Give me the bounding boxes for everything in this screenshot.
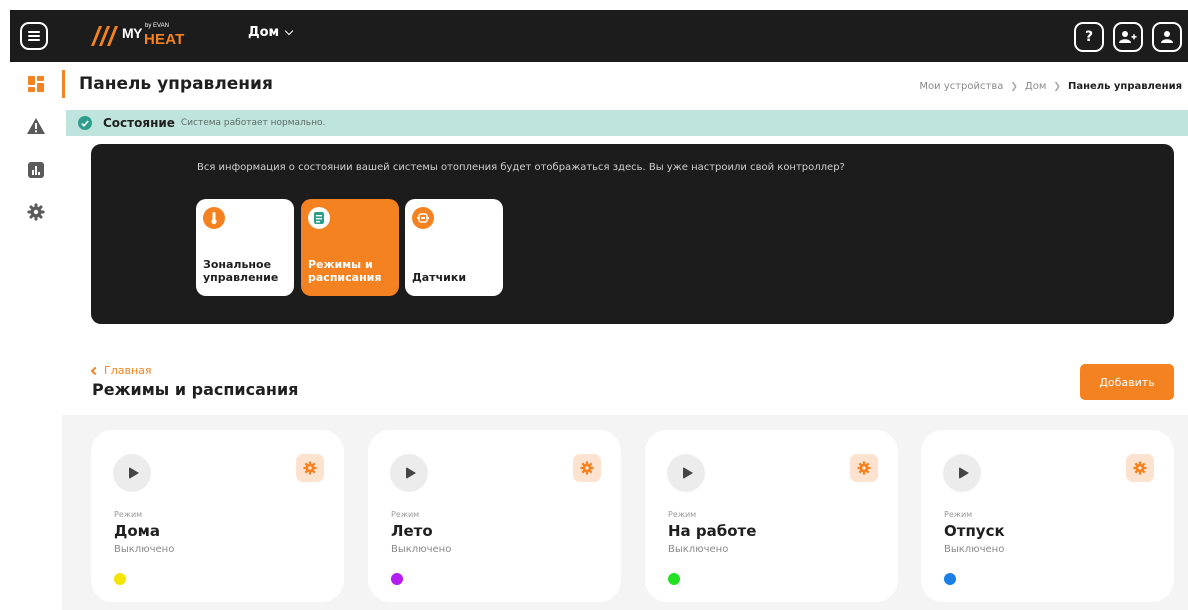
breadcrumb-item-current: Панель управления xyxy=(1067,81,1182,92)
chevron-right-icon: ❯ xyxy=(1010,81,1018,92)
back-link-label: Главная xyxy=(104,364,152,377)
status-banner: Состояние Система работает нормально. xyxy=(66,110,1188,136)
status-label: Состояние xyxy=(103,116,175,130)
breadcrumb-item-home[interactable]: Дом xyxy=(1025,81,1046,92)
play-icon xyxy=(958,467,969,479)
mode-settings-button[interactable] xyxy=(573,454,601,482)
tile-label: Режимы и расписания xyxy=(308,258,382,284)
document-icon xyxy=(308,207,330,229)
status-text: Система работает нормально. xyxy=(180,118,326,128)
mode-card-summer[interactable]: Режим Лето Выключено xyxy=(368,430,621,602)
tile-label: Датчики xyxy=(412,271,467,284)
mode-card-vacation[interactable]: Режим Отпуск Выключено xyxy=(921,430,1174,602)
mode-state: Выключено xyxy=(944,544,1005,555)
chevron-right-icon: ❯ xyxy=(1053,81,1061,92)
check-circle-icon xyxy=(78,116,92,130)
info-text: Вся информация о состоянии вашей системы… xyxy=(197,162,845,173)
sidebar xyxy=(10,62,62,610)
play-button[interactable] xyxy=(667,454,705,492)
add-user-button[interactable] xyxy=(1113,22,1143,52)
logo-my: MY xyxy=(122,25,143,41)
mode-caption: Режим xyxy=(668,510,697,519)
sidebar-item-statistics[interactable] xyxy=(26,160,46,180)
chart-icon xyxy=(28,162,44,178)
mode-color-dot xyxy=(391,573,403,585)
gear-icon xyxy=(1133,461,1147,475)
home-selector[interactable]: Дом xyxy=(248,25,294,40)
mode-color-dot xyxy=(668,573,680,585)
add-user-icon xyxy=(1119,31,1137,43)
mode-color-dot xyxy=(114,573,126,585)
section-title: Режимы и расписания xyxy=(92,380,299,399)
gear-icon xyxy=(303,461,317,475)
chevron-left-icon xyxy=(90,366,100,375)
logo-heat: HEAT xyxy=(144,31,185,48)
user-icon xyxy=(1161,31,1173,43)
tile-zone-control[interactable]: Зональное управление xyxy=(196,199,294,296)
breadcrumb: Мои устройства ❯ Дом ❯ Панель управления xyxy=(919,81,1182,92)
play-button[interactable] xyxy=(113,454,151,492)
sensor-icon xyxy=(412,207,434,229)
mode-card-home[interactable]: Режим Дома Выключено xyxy=(91,430,344,602)
help-button[interactable]: ? xyxy=(1074,22,1104,52)
tile-modes-schedules[interactable]: Режимы и расписания xyxy=(301,199,399,296)
mode-name: Дома xyxy=(114,522,161,540)
play-icon xyxy=(682,467,693,479)
thermometer-icon xyxy=(203,207,225,229)
play-button[interactable] xyxy=(390,454,428,492)
mode-color-dot xyxy=(944,573,956,585)
home-selector-label: Дом xyxy=(248,25,280,40)
mode-name: Отпуск xyxy=(944,522,1005,540)
mode-settings-button[interactable] xyxy=(1126,454,1154,482)
logo-stripes-icon xyxy=(91,26,118,46)
gear-icon xyxy=(580,461,594,475)
mode-state: Выключено xyxy=(668,544,729,555)
play-button[interactable] xyxy=(943,454,981,492)
sidebar-item-alerts[interactable] xyxy=(26,116,46,136)
play-icon xyxy=(405,467,416,479)
mode-card-work[interactable]: Режим На работе Выключено xyxy=(645,430,898,602)
warning-icon xyxy=(27,118,45,134)
top-bar: MY by EVAN HEAT Дом ? xyxy=(10,10,1188,62)
add-button[interactable]: Добавить xyxy=(1080,364,1174,400)
sidebar-item-dashboard[interactable] xyxy=(26,74,46,94)
mode-state: Выключено xyxy=(114,544,175,555)
play-icon xyxy=(128,467,139,479)
menu-button[interactable] xyxy=(20,22,48,50)
mode-name: На работе xyxy=(668,522,757,540)
user-button[interactable] xyxy=(1152,22,1182,52)
back-link[interactable]: Главная xyxy=(90,364,152,377)
dashboard-icon xyxy=(28,76,44,92)
chevron-down-icon xyxy=(284,26,294,36)
title-accent xyxy=(62,70,65,98)
mode-state: Выключено xyxy=(391,544,452,555)
tile-label: Зональное управление xyxy=(203,258,279,284)
tile-sensors[interactable]: Датчики xyxy=(405,199,503,296)
mode-settings-button[interactable] xyxy=(296,454,324,482)
breadcrumb-item-devices[interactable]: Мои устройства xyxy=(919,81,1003,92)
sidebar-item-settings[interactable] xyxy=(26,202,46,222)
mode-name: Лето xyxy=(391,522,433,540)
logo[interactable]: MY by EVAN HEAT xyxy=(88,20,184,52)
gear-icon xyxy=(857,461,871,475)
page-title: Панель управления xyxy=(79,74,273,94)
mode-caption: Режим xyxy=(114,510,143,519)
menu-icon xyxy=(28,29,40,43)
logo-by: by EVAN xyxy=(145,23,169,29)
info-panel: Вся информация о состоянии вашей системы… xyxy=(91,144,1174,324)
gear-icon xyxy=(27,203,45,221)
help-icon: ? xyxy=(1084,29,1094,45)
mode-caption: Режим xyxy=(391,510,420,519)
mode-settings-button[interactable] xyxy=(850,454,878,482)
mode-caption: Режим xyxy=(944,510,973,519)
